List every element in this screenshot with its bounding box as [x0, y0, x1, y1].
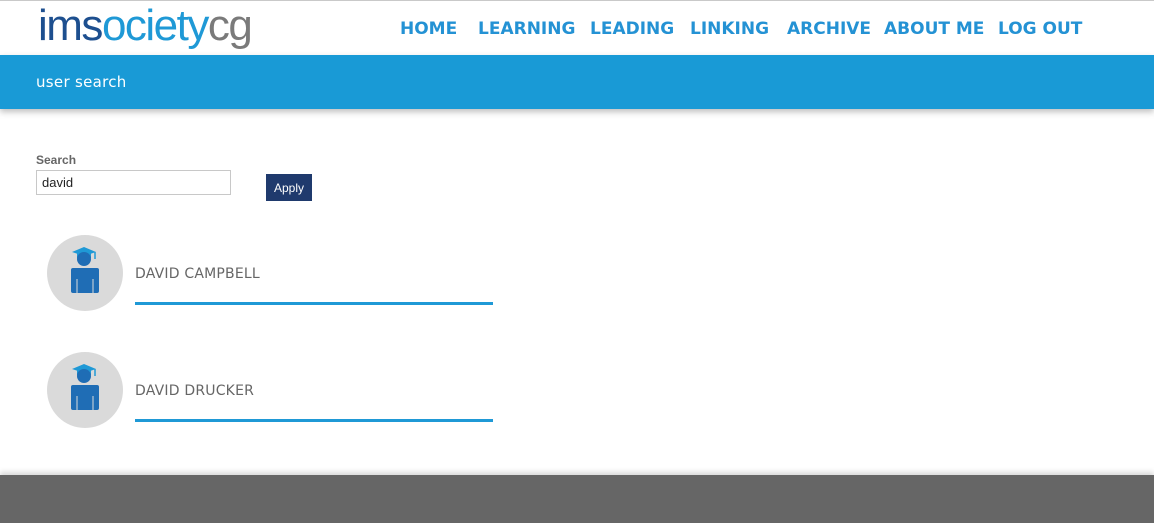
site-header: imsocietycg HOME LEARNING LEADING LINKIN… — [0, 1, 1154, 55]
avatar — [47, 352, 123, 428]
page-title: user search — [36, 73, 127, 91]
result-underline — [135, 419, 493, 422]
nav-linking[interactable]: LINKING — [690, 19, 769, 39]
apply-button[interactable]: Apply — [266, 174, 312, 201]
user-result-item[interactable]: DAVID DRUCKER — [47, 352, 497, 428]
user-name[interactable]: DAVID DRUCKER — [135, 383, 254, 399]
nav-archive[interactable]: ARCHIVE — [787, 19, 871, 39]
page-title-bar: user search — [0, 55, 1154, 109]
nav-about-me[interactable]: ABOUT ME — [884, 19, 984, 39]
nav-learning[interactable]: LEARNING — [478, 19, 575, 39]
site-footer — [0, 475, 1154, 523]
logo-text-ims: ims — [38, 1, 103, 50]
avatar — [47, 235, 123, 311]
nav-home[interactable]: HOME — [400, 19, 457, 39]
user-result-item[interactable]: DAVID CAMPBELL — [47, 235, 497, 311]
search-input[interactable] — [36, 170, 231, 195]
graduate-user-icon — [71, 247, 99, 293]
logo-text-cg: cg — [207, 1, 253, 50]
search-label: Search — [36, 153, 77, 167]
nav-leading[interactable]: LEADING — [590, 19, 674, 39]
logo-text-ociety: ociety — [101, 1, 209, 50]
site-logo[interactable]: imsocietycg — [38, 1, 253, 51]
graduate-user-icon — [71, 364, 99, 410]
user-name[interactable]: DAVID CAMPBELL — [135, 266, 260, 282]
result-underline — [135, 302, 493, 305]
nav-log-out[interactable]: LOG OUT — [998, 19, 1082, 39]
